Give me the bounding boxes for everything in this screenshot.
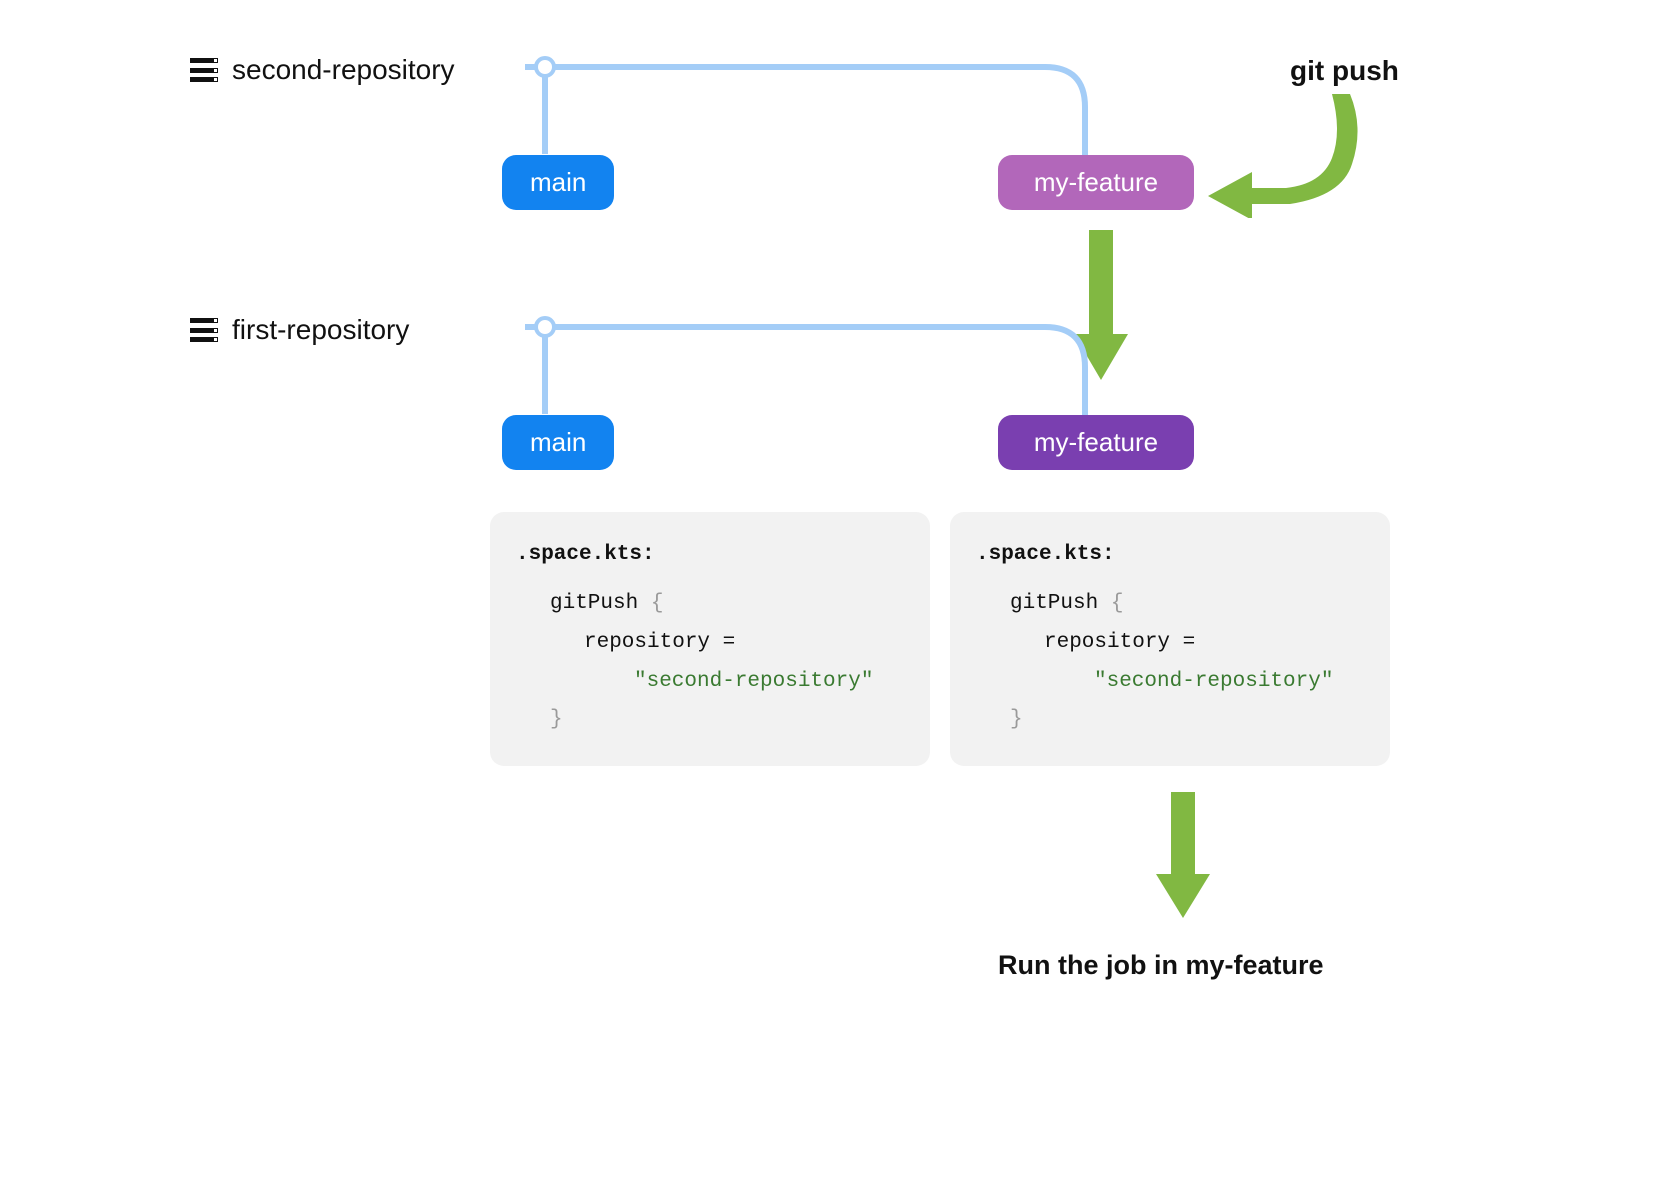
- server-icon: [190, 58, 218, 82]
- code-main-line2: repository =: [584, 631, 735, 654]
- branch-main-bottom-label: main: [530, 427, 586, 457]
- repo-row-second: second-repository: [190, 54, 455, 86]
- code-main-line1: gitPush: [550, 592, 638, 615]
- branch-main-top-label: main: [530, 167, 586, 197]
- repo-name-first: first-repository: [232, 314, 409, 346]
- repo-name-second: second-repository: [232, 54, 455, 86]
- diagram-stage: second-repository main my-feature git pu…: [190, 40, 1480, 1140]
- code-box-main: .space.kts: gitPush { repository = "seco…: [490, 512, 930, 766]
- branch-badge-feature-bottom: my-feature: [998, 415, 1194, 470]
- code-title-main: .space.kts:: [516, 536, 904, 575]
- run-job-label: Run the job in my-feature: [998, 950, 1324, 981]
- arrow-gitpush-to-feature: [1200, 88, 1380, 218]
- branch-badge-main-bottom: main: [502, 415, 614, 470]
- code-feat-line1: gitPush: [1010, 592, 1098, 615]
- commit-dot-bottom: [534, 316, 556, 338]
- code-title-feature: .space.kts:: [976, 536, 1364, 575]
- branch-feature-top-label: my-feature: [1034, 167, 1158, 197]
- code-feat-line2: repository =: [1044, 631, 1195, 654]
- branch-badge-main-top: main: [502, 155, 614, 210]
- branch-feature-bottom-label: my-feature: [1034, 427, 1158, 457]
- commit-dot-top: [534, 56, 556, 78]
- arrow-run-job: [1148, 792, 1218, 927]
- code-main-line3: "second-repository": [634, 670, 873, 693]
- code-feat-line3: "second-repository": [1094, 670, 1333, 693]
- server-icon: [190, 318, 218, 342]
- repo-row-first: first-repository: [190, 314, 409, 346]
- code-box-feature: .space.kts: gitPush { repository = "seco…: [950, 512, 1390, 766]
- git-push-label: git push: [1290, 55, 1399, 87]
- branch-badge-feature-top: my-feature: [998, 155, 1194, 210]
